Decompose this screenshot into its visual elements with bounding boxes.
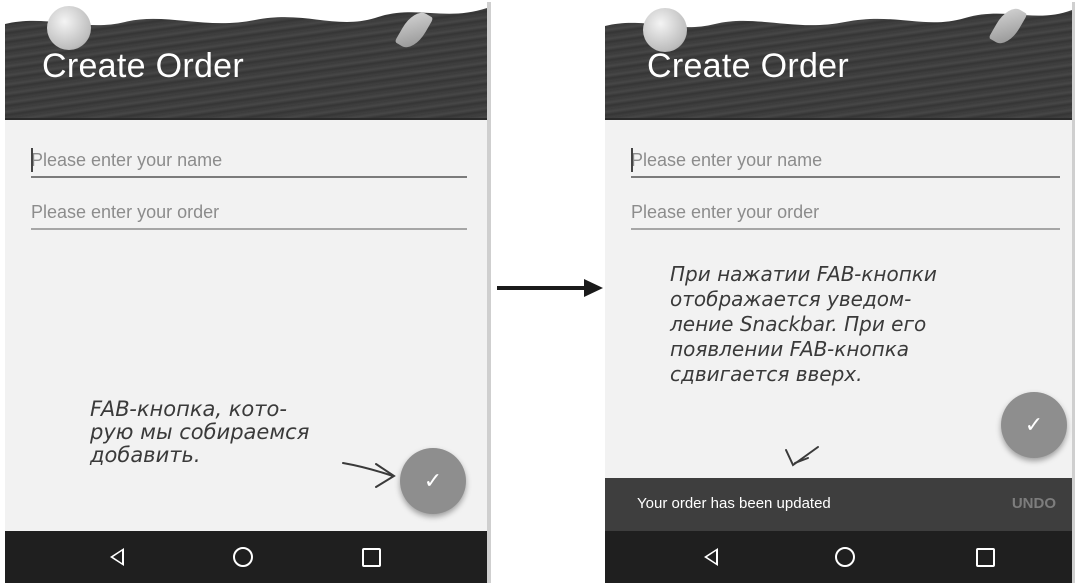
- transition-arrow: [497, 279, 603, 297]
- arrows-overlay: [342, 279, 819, 488]
- pointer-check-snackbar: [785, 446, 819, 467]
- pointer-arrow-fab: [342, 462, 396, 488]
